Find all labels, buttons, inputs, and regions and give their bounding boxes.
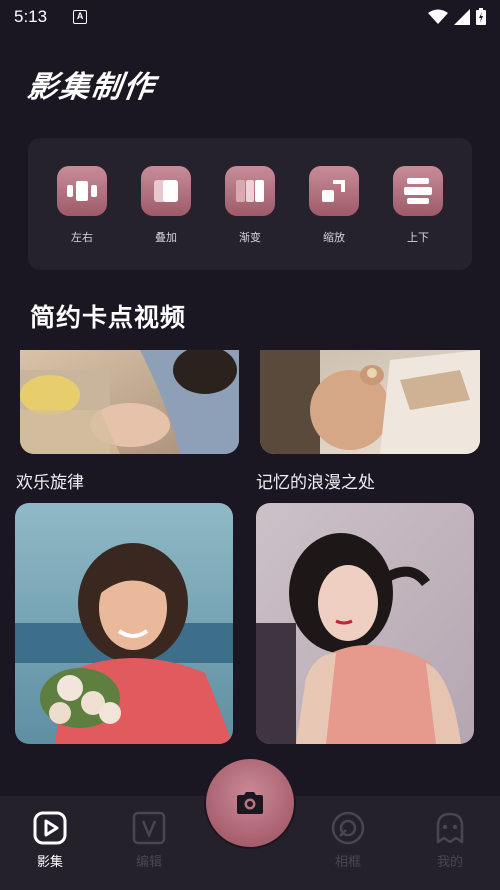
status-time: 5:13 [14, 7, 48, 26]
nav-item-edit[interactable]: 编辑 [119, 810, 179, 870]
nav-item-profile[interactable]: 我的 [420, 810, 480, 870]
video-card-thumbnail[interactable] [15, 503, 233, 744]
transition-label: 左右 [71, 231, 93, 244]
transition-top-bottom[interactable]: 上下 [388, 166, 448, 270]
zoom-icon [309, 166, 359, 216]
play-square-icon [33, 811, 67, 845]
camera-button-ring [204, 757, 296, 849]
overlay-icon [141, 166, 191, 216]
video-thumbnail-image [15, 503, 233, 744]
notification-icon: A [73, 10, 88, 24]
transition-zoom[interactable]: 缩放 [304, 166, 364, 270]
camera-button[interactable] [206, 759, 294, 847]
signal-icon [454, 8, 470, 25]
nav-item-album[interactable]: 影集 [20, 810, 80, 870]
video-title: 欢乐旋律 [16, 473, 84, 493]
status-bar: 5:13 A [0, 0, 500, 34]
video-card-thumbnail[interactable] [260, 350, 480, 454]
frame-icon [331, 811, 365, 845]
video-thumbnail-image [256, 503, 474, 744]
transition-panel: 左右 叠加 渐变 缩放 上下 [28, 138, 472, 270]
video-title: 记忆的浪漫之处 [256, 473, 375, 493]
video-card-thumbnail[interactable] [20, 350, 239, 454]
transition-left-right[interactable]: 左右 [52, 166, 112, 270]
top-bottom-split-icon [393, 166, 443, 216]
wifi-icon [428, 9, 448, 24]
section-title: 简约卡点视频 [30, 303, 187, 332]
status-icons [428, 8, 486, 25]
edit-v-icon [132, 811, 166, 845]
transition-gradient[interactable]: 渐变 [220, 166, 280, 270]
profile-ghost-icon [436, 812, 464, 844]
left-right-split-icon [57, 166, 107, 216]
transition-label: 叠加 [155, 231, 177, 244]
transition-label: 渐变 [239, 231, 261, 244]
gradient-icon [225, 166, 275, 216]
camera-icon [237, 792, 263, 814]
page-title: 影集制作 [25, 70, 158, 105]
video-thumbnail-image [260, 350, 480, 454]
nav-label: 影集 [36, 855, 63, 870]
transition-label: 上下 [407, 231, 429, 244]
nav-label: 我的 [436, 855, 463, 870]
nav-label: 相框 [334, 855, 361, 870]
video-thumbnail-image [20, 350, 239, 454]
battery-icon [476, 8, 486, 25]
transition-overlay[interactable]: 叠加 [136, 166, 196, 270]
video-card-thumbnail[interactable] [256, 503, 474, 744]
nav-item-frame[interactable]: 相框 [318, 810, 378, 870]
transition-label: 缩放 [323, 231, 345, 244]
nav-label: 编辑 [135, 855, 162, 870]
